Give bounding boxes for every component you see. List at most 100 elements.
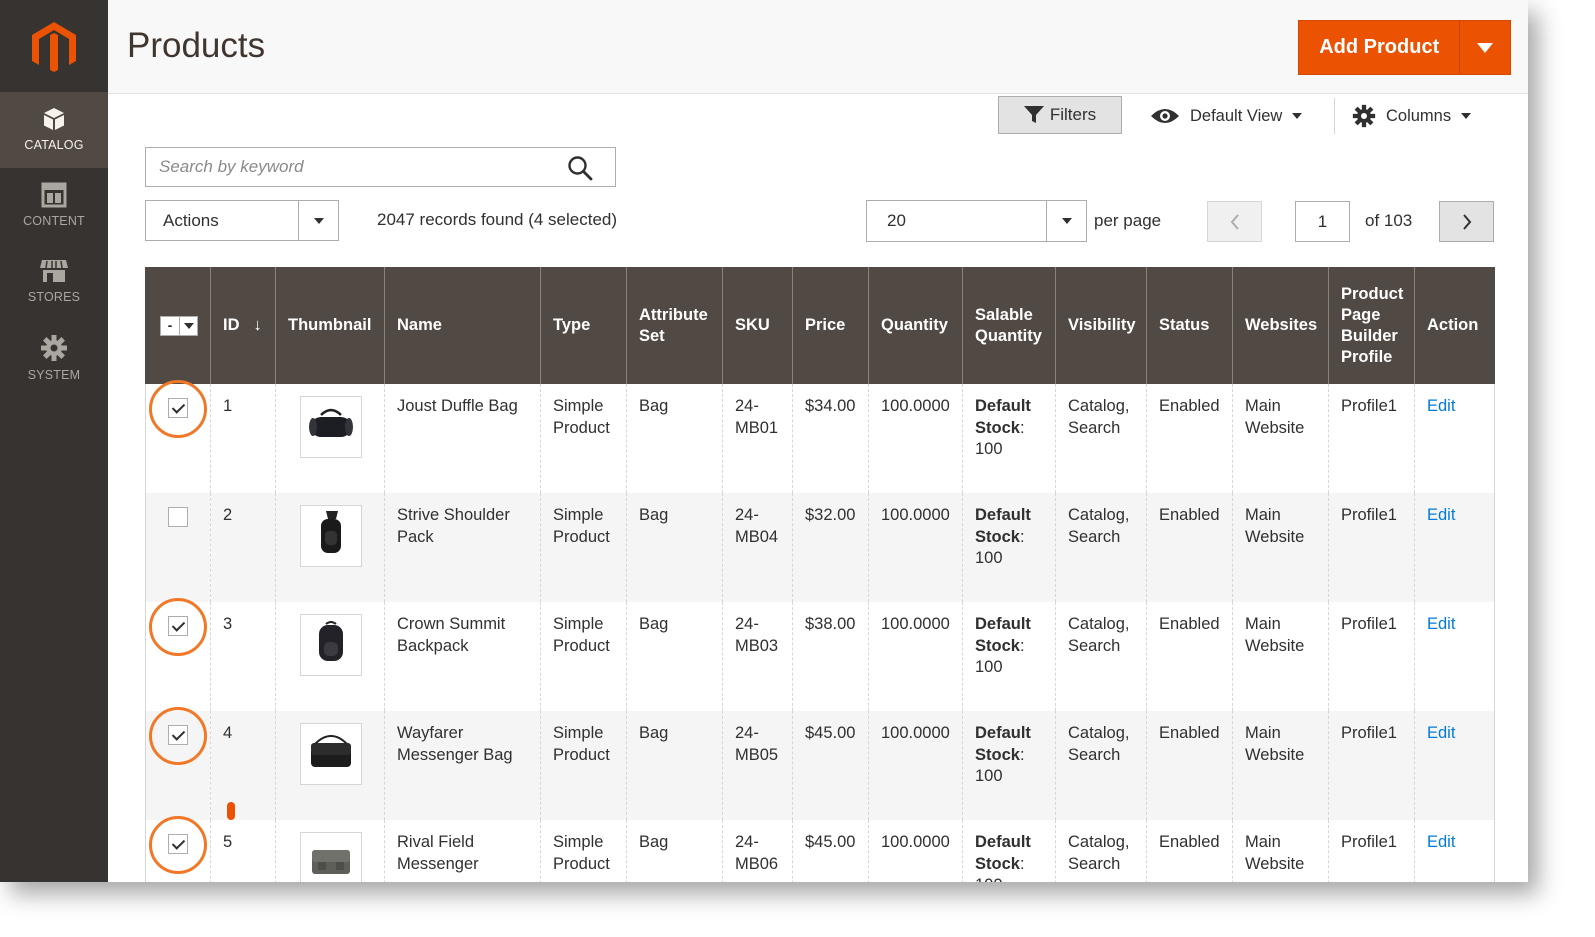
columns-label: Columns <box>1386 106 1452 125</box>
column-header-thumbnail: Thumbnail <box>275 267 385 384</box>
product-thumbnail[interactable] <box>300 723 362 785</box>
backpack-image <box>314 620 348 671</box>
nav-stores-label: STORES <box>27 290 81 304</box>
filters-label: Filters <box>1049 105 1097 124</box>
cell-visibility: Catalog, Search <box>1055 711 1147 820</box>
previous-page-button[interactable] <box>1207 201 1262 242</box>
caret-down-icon <box>313 217 324 224</box>
column-header-visibility[interactable]: Visibility <box>1055 267 1147 384</box>
search-icon[interactable] <box>567 155 593 181</box>
cell-price: $45.00 <box>792 711 869 820</box>
row-checkbox[interactable] <box>168 834 188 854</box>
row-checkbox[interactable] <box>168 398 188 418</box>
column-header-price[interactable]: Price <box>792 267 869 384</box>
cell-price: $34.00 <box>792 384 869 493</box>
product-thumbnail[interactable] <box>300 832 362 882</box>
search-input[interactable] <box>146 148 566 186</box>
page-number-input[interactable] <box>1295 201 1350 242</box>
stock-value: 100 <box>975 549 1003 567</box>
column-header-page-builder-profile[interactable]: Product Page Builder Profile <box>1328 267 1415 384</box>
cell-salable-quantity: Default Stock:100 <box>962 602 1056 711</box>
cell-id: 3 <box>210 602 276 711</box>
view-dropdown[interactable]: Default View <box>1150 100 1303 132</box>
column-header-status[interactable]: Status <box>1146 267 1233 384</box>
cell-action: Edit <box>1414 711 1495 820</box>
cell-websites: Main Website <box>1232 493 1329 602</box>
filters-button[interactable]: Filters <box>998 96 1122 134</box>
nav-stores[interactable]: STORES <box>0 244 108 320</box>
cell-type: Simple Product <box>540 384 627 493</box>
records-count: 2047 records found (4 selected) <box>377 210 618 229</box>
cell-name: Crown Summit Backpack <box>384 602 541 711</box>
column-header-websites[interactable]: Websites <box>1232 267 1329 384</box>
next-page-button[interactable] <box>1439 201 1494 242</box>
product-thumbnail[interactable] <box>300 505 362 567</box>
stock-label: Default Stock <box>975 506 1031 546</box>
nav-content-label: CONTENT <box>23 214 85 228</box>
row-checkbox[interactable] <box>168 725 188 745</box>
product-thumbnail[interactable] <box>300 396 362 458</box>
column-header-attribute-set[interactable]: Attribute Set <box>626 267 723 384</box>
cell-id: 4 <box>210 711 276 820</box>
cell-thumbnail <box>275 820 385 882</box>
edit-link[interactable]: Edit <box>1427 724 1455 742</box>
edit-link[interactable]: Edit <box>1427 506 1455 524</box>
cell-attribute-set: Bag <box>626 711 723 820</box>
sort-descending-icon: ↓ <box>253 316 262 334</box>
cell-salable-quantity: Default Stock:100 <box>962 711 1056 820</box>
cell-price: $45.00 <box>792 820 869 882</box>
edit-link[interactable]: Edit <box>1427 397 1455 415</box>
caret-down-icon <box>1292 113 1303 119</box>
cell-sku: 24-MB03 <box>722 602 793 711</box>
cell-profile: Profile1 <box>1328 820 1415 882</box>
nav-content[interactable]: CONTENT <box>0 168 108 244</box>
cell-status: Enabled <box>1146 820 1233 882</box>
column-header-sku[interactable]: SKU <box>722 267 793 384</box>
cell-action: Edit <box>1414 602 1495 711</box>
per-page-toggle[interactable] <box>1046 201 1086 241</box>
product-thumbnail[interactable] <box>300 614 362 676</box>
nav-catalog[interactable]: CATALOG <box>0 92 108 168</box>
view-label: Default View <box>1190 106 1283 125</box>
column-header-quantity[interactable]: Quantity <box>868 267 963 384</box>
row-select-cell <box>145 707 211 820</box>
column-header-id[interactable]: ID ↓ <box>210 267 276 384</box>
annotation-marker <box>227 802 235 820</box>
mass-select-dropdown[interactable]: - <box>160 316 198 336</box>
stock-value: 100 <box>975 440 1003 458</box>
edit-link[interactable]: Edit <box>1427 833 1455 851</box>
row-checkbox[interactable] <box>168 507 188 527</box>
column-header-name[interactable]: Name <box>384 267 541 384</box>
columns-dropdown[interactable]: Columns <box>1352 100 1472 132</box>
row-checkbox[interactable] <box>168 616 188 636</box>
caret-down-icon <box>1477 42 1494 53</box>
mass-actions-dropdown[interactable]: Actions <box>145 200 339 241</box>
box-icon <box>44 108 64 130</box>
cell-visibility: Catalog, Search <box>1055 820 1147 882</box>
actions-toggle[interactable] <box>298 201 338 240</box>
toolbar-divider <box>1334 98 1335 134</box>
cell-name: Joust Duffle Bag <box>384 384 541 493</box>
cell-visibility: Catalog, Search <box>1055 493 1147 602</box>
table-row: 4 Wayfarer Messenger Bag Simple Product Bag… <box>145 707 1495 820</box>
row-select-cell <box>145 598 211 711</box>
duffle-bag-image <box>307 407 355 448</box>
stock-value: 100 <box>975 876 1003 882</box>
add-product-options-button[interactable] <box>1459 21 1510 74</box>
product-grid: - ID ↓ Thumbnail Name Type Attribute Set … <box>145 267 1495 882</box>
column-header-type[interactable]: Type <box>540 267 627 384</box>
magento-logo[interactable] <box>28 20 80 74</box>
cell-name: Wayfarer Messenger Bag <box>384 711 541 820</box>
cell-thumbnail <box>275 711 385 820</box>
cell-thumbnail <box>275 384 385 493</box>
total-pages: of 103 <box>1365 211 1413 230</box>
per-page-dropdown[interactable]: 20 <box>866 200 1087 242</box>
admin-sidebar: CATALOG CONTENT STORES SYSTEM <box>0 0 108 882</box>
grid-header-row: - ID ↓ Thumbnail Name Type Attribute Set … <box>145 267 1495 384</box>
add-product-button[interactable]: Add Product <box>1299 21 1459 74</box>
cell-sku: 24-MB04 <box>722 493 793 602</box>
cell-id: 2 <box>210 493 276 602</box>
edit-link[interactable]: Edit <box>1427 615 1455 633</box>
cell-quantity: 100.0000 <box>868 820 963 882</box>
nav-system[interactable]: SYSTEM <box>0 320 108 396</box>
